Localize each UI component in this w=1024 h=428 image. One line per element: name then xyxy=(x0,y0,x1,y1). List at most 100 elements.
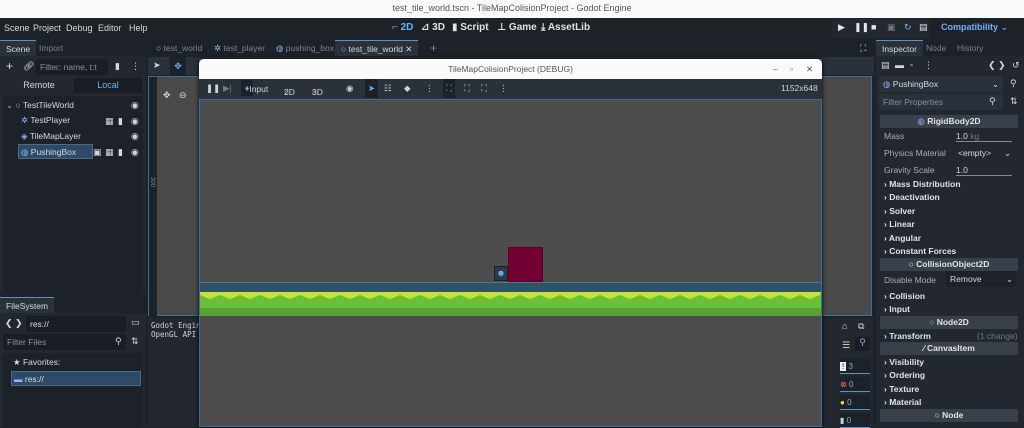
list-icon[interactable]: ☰ xyxy=(842,340,850,351)
tab-import[interactable]: Import xyxy=(33,40,69,56)
visibility-icon[interactable]: ◉ xyxy=(131,116,139,127)
select-icon[interactable]: ➤ xyxy=(365,79,379,98)
open-icon[interactable]: ▬ xyxy=(895,60,904,70)
history-icon[interactable]: ↺ xyxy=(1012,60,1020,71)
tab-pushing-box[interactable]: ◍ pushing_box xyxy=(270,40,340,56)
section-node[interactable]: ○ Node xyxy=(880,409,1018,422)
tree-item-tilemaplayer[interactable]: ◈ TileMapLayer xyxy=(21,129,81,144)
game-viewport[interactable]: ☻ xyxy=(199,99,822,427)
object-selector[interactable]: ◍ PushingBox ⌄ xyxy=(879,76,1003,92)
group-ordering[interactable]: › Ordering xyxy=(884,370,925,380)
back-forward-icon[interactable]: ❮ ❯ xyxy=(988,60,1006,71)
gravity-scale-field[interactable]: 1.0 xyxy=(956,165,1012,176)
main-3d-button[interactable]: ⊿ 3D xyxy=(421,22,445,33)
remote-button[interactable]: Remote xyxy=(6,78,72,93)
shrink-icon[interactable]: ⛶ xyxy=(481,83,487,94)
camera-icon[interactable]: ◆ xyxy=(404,83,411,94)
remote-debug-icon[interactable]: ▣ xyxy=(887,22,896,33)
group-mass-distribution[interactable]: › Mass Distribution xyxy=(884,179,961,189)
group-transform[interactable]: › Transform xyxy=(884,331,931,341)
maximize-icon[interactable]: ▫ xyxy=(790,59,793,79)
main-script-button[interactable]: ▮ Script xyxy=(452,22,489,33)
group-constant-forces[interactable]: › Constant Forces xyxy=(884,246,956,256)
signal-icon[interactable]: ▣ xyxy=(93,147,102,158)
group-texture[interactable]: › Texture xyxy=(884,384,919,394)
close-icon[interactable]: ✕ xyxy=(806,59,813,79)
visibility-icon[interactable]: ◉ xyxy=(131,147,139,158)
physics-material-field[interactable]: <empty> xyxy=(958,148,991,158)
fit-icon[interactable]: ⛶ xyxy=(464,83,470,94)
filter-properties-input[interactable]: Filter Properties xyxy=(879,94,1003,110)
pause-icon[interactable]: ❚❚ xyxy=(854,22,869,33)
pause-icon[interactable]: ❚❚ xyxy=(206,83,220,94)
stop-icon[interactable]: ■ xyxy=(871,22,876,32)
local-button[interactable]: Local xyxy=(74,78,142,93)
new-resource-icon[interactable]: ▤ xyxy=(881,60,890,71)
tab-test-world[interactable]: ○ test_world xyxy=(150,40,208,56)
filter-files-input[interactable]: Filter Files xyxy=(3,334,126,350)
path-input[interactable]: res:// xyxy=(26,316,126,332)
tab-test-tile-world[interactable]: ○ test_tile_world ✕ xyxy=(335,40,419,56)
tab-inspector[interactable]: Inspector xyxy=(876,40,923,56)
pan-icon[interactable]: ✥ xyxy=(163,90,171,101)
tree-item-testtileworld[interactable]: ⌄ ○ TestTileWorld xyxy=(6,98,74,113)
add-node-icon[interactable]: + xyxy=(6,59,13,73)
group-deactivation[interactable]: › Deactivation xyxy=(884,192,940,202)
history-nav-icon[interactable]: ❮ ❯ xyxy=(5,318,23,329)
tab-scene[interactable]: Scene xyxy=(0,40,37,56)
play-icon[interactable]: ▶ xyxy=(838,22,845,33)
main-assetlib-button[interactable]: ⤓ AssetLib xyxy=(541,22,590,33)
menu-help[interactable]: Help xyxy=(129,23,148,33)
zoom-out-icon[interactable]: ⊖ xyxy=(179,90,187,101)
section-canvasitem[interactable]: ⁄ CanvasItem xyxy=(880,342,1018,355)
chevron-down-icon[interactable]: ⌄ xyxy=(1004,148,1011,159)
visibility-icon[interactable]: ◉ xyxy=(131,100,139,111)
sort-icon[interactable]: ⇅ xyxy=(131,336,139,347)
folder-res[interactable]: ▬ res:// xyxy=(11,371,141,386)
clapper-icon[interactable]: ▦ xyxy=(105,116,114,127)
messages-filter[interactable]: ! 3 xyxy=(840,359,870,374)
script-icon[interactable]: ▮ xyxy=(118,147,123,158)
select-tool-icon[interactable]: ➤ xyxy=(153,60,161,71)
renderer-select[interactable]: Compatibility ⌄ xyxy=(941,22,1008,33)
group-visibility[interactable]: › Visibility xyxy=(884,357,924,367)
list-select-icon[interactable]: ☷ xyxy=(384,83,392,94)
movie-icon[interactable]: ▤ xyxy=(919,22,928,33)
distraction-free-icon[interactable]: ⛶ xyxy=(860,43,866,54)
link-icon[interactable]: 🔗︎ xyxy=(23,61,34,72)
errors-filter[interactable]: ⊗ 0 xyxy=(840,377,870,392)
main-2d-button[interactable]: ⌐ 2D xyxy=(392,22,413,33)
split-view-icon[interactable]: ▭ xyxy=(131,317,140,328)
more-icon[interactable]: ⋮ xyxy=(924,60,933,71)
section-rigidbody2d[interactable]: ◍ RigidBody2D xyxy=(880,115,1018,128)
settings-icon[interactable]: ⇅ xyxy=(1010,96,1018,107)
new-tab-button[interactable]: + xyxy=(424,40,443,56)
group-material[interactable]: › Material xyxy=(884,397,921,407)
copy-icon[interactable]: ⧉ xyxy=(858,321,864,332)
mass-field[interactable]: 1.0 kg xyxy=(956,131,1012,142)
embed-icon[interactable]: ⛶ xyxy=(443,79,455,98)
next-frame-icon[interactable]: ▶| xyxy=(223,83,232,94)
menu-scene[interactable]: Scene xyxy=(4,23,30,33)
menu-project[interactable]: Project xyxy=(33,23,61,33)
save-icon[interactable]: ▪ xyxy=(910,60,913,70)
tree-item-pushingbox[interactable]: ◍ PushingBox xyxy=(18,144,93,159)
clapper-icon[interactable]: ▦ xyxy=(105,147,114,158)
section-collisionobject2d[interactable]: ○ CollisionObject2D xyxy=(880,258,1018,271)
clear-icon[interactable]: ⌂ xyxy=(842,321,847,331)
minimize-icon[interactable]: – xyxy=(773,59,778,79)
input-button[interactable]: ♦ Input xyxy=(241,80,268,96)
group-solver[interactable]: › Solver xyxy=(884,206,915,216)
menu-debug[interactable]: Debug xyxy=(66,23,93,33)
doc-icon[interactable]: ⚲ xyxy=(1010,78,1017,89)
section-node2d[interactable]: ○ Node2D xyxy=(880,316,1018,329)
tree-item-testplayer[interactable]: ✲ TestPlayer xyxy=(21,113,70,128)
tab-test-player[interactable]: ✲ test_player xyxy=(208,40,271,56)
tab-history[interactable]: History xyxy=(951,40,989,56)
group-angular[interactable]: › Angular xyxy=(884,233,921,243)
search-icon[interactable]: ⚲ xyxy=(855,337,870,351)
camera-override-icon[interactable]: ◉ xyxy=(346,83,353,94)
more-icon[interactable]: ⋮ xyxy=(131,61,140,72)
move-tool-icon[interactable]: ✥ xyxy=(170,57,186,75)
more-icon[interactable]: ⋮ xyxy=(425,83,434,94)
